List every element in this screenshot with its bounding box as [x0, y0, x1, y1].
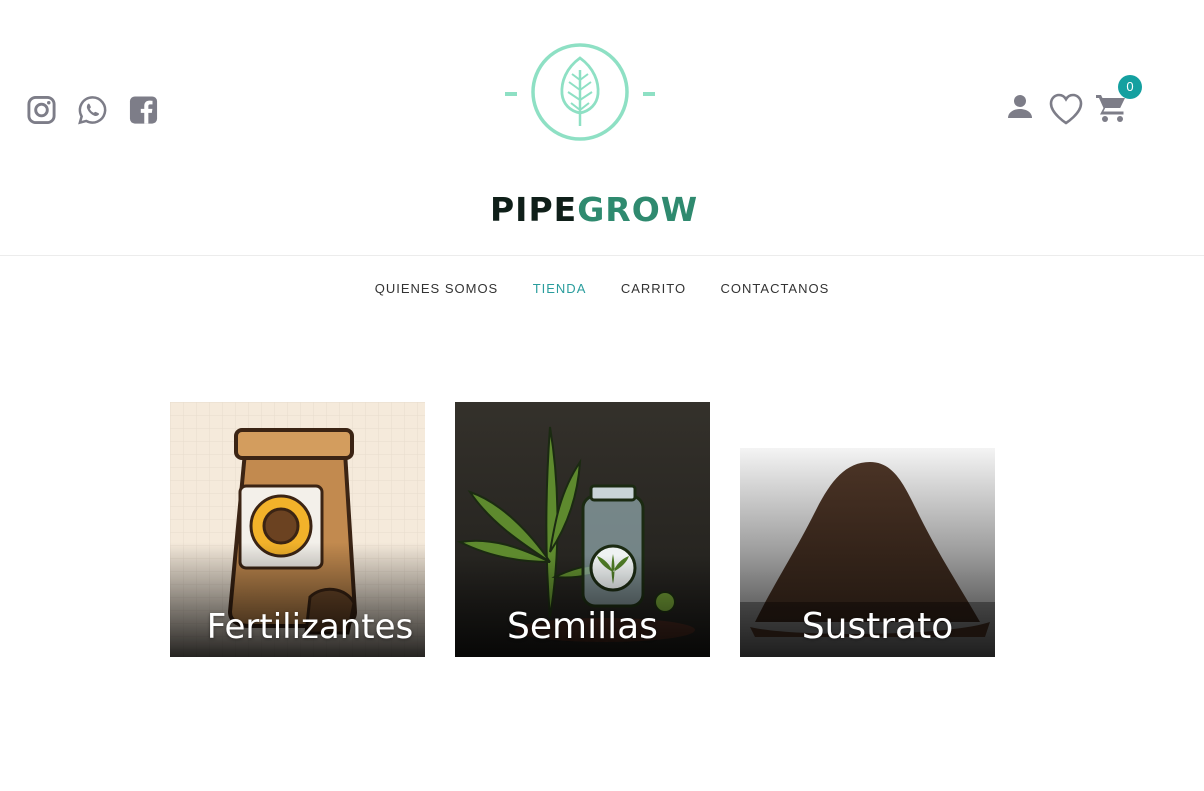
nav-item-quienes-somos[interactable]: QUIENES SOMOS: [375, 281, 499, 296]
brand-part-1: PIPE: [490, 190, 578, 229]
nav-item-tienda[interactable]: TIENDA: [533, 281, 587, 296]
leaf-logo-icon: [505, 43, 655, 141]
site-logo[interactable]: PIPEGROW: [490, 40, 697, 229]
site-header: PIPEGROW 0: [0, 0, 1204, 255]
category-card-fertilizantes[interactable]: Fertilizantes: [170, 402, 425, 657]
category-card-sustrato[interactable]: Sustrato: [740, 402, 995, 657]
main-nav: QUIENES SOMOS TIENDA CARRITO CONTACTANOS: [0, 280, 1204, 298]
brand-name: PIPEGROW: [490, 190, 697, 229]
header-divider: [0, 255, 1204, 256]
category-grid: Fertilizantes Semillas Sustrato: [170, 402, 996, 658]
user-icon[interactable]: [1006, 92, 1034, 120]
category-card-semillas[interactable]: Semillas: [455, 402, 710, 657]
category-label: Fertilizantes: [206, 607, 414, 647]
whatsapp-icon[interactable]: [77, 94, 108, 126]
social-links: [26, 94, 159, 126]
nav-item-contactanos[interactable]: CONTACTANOS: [721, 281, 830, 296]
nav-item-carrito[interactable]: CARRITO: [621, 281, 686, 296]
instagram-icon[interactable]: [26, 94, 57, 126]
heart-icon[interactable]: [1048, 92, 1084, 126]
brand-part-2: GROW: [577, 190, 699, 229]
category-label: Sustrato: [801, 606, 954, 647]
cart-count-badge[interactable]: 0: [1118, 75, 1142, 99]
category-label: Semillas: [507, 606, 658, 647]
facebook-icon[interactable]: [128, 94, 159, 126]
